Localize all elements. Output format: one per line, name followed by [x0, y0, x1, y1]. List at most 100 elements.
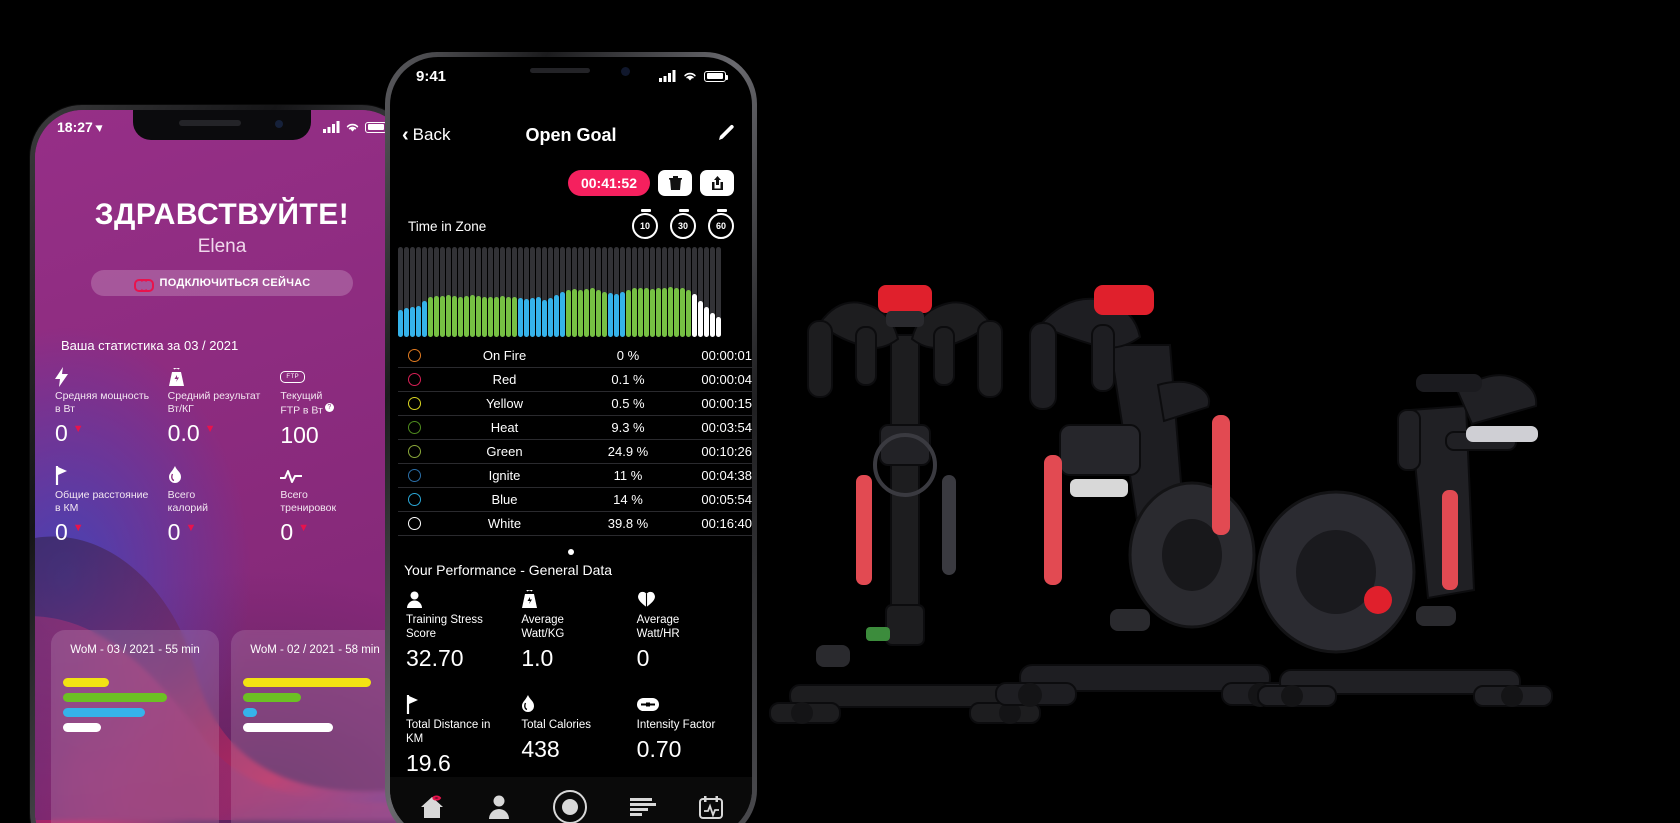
stat-label-line1: Средняя мощность — [55, 390, 150, 402]
zone-row[interactable]: Red 0.1 % 00:00:04 — [398, 368, 752, 392]
workout-card[interactable]: WoM - 02 / 2021 - 58 min Начали! — [231, 630, 399, 823]
share-button[interactable] — [700, 170, 734, 196]
time-in-zone-bar-chart[interactable] — [395, 247, 752, 337]
chart-bar — [668, 247, 673, 337]
zone-time: 00:10:26 — [701, 444, 752, 459]
trend-down-icon: ▼ — [185, 521, 197, 534]
metric-label-line1: Total Calories — [521, 719, 591, 731]
stat-value: 0 — [167, 518, 181, 545]
metric-label-line2: Watt/KG — [521, 628, 565, 640]
metric-intensity-factor[interactable]: Intensity Factor 0.70 — [636, 694, 752, 777]
workout-card[interactable]: WoM - 03 / 2021 - 55 min Начали! — [51, 630, 219, 823]
stat-label-line2: в КМ — [55, 501, 79, 514]
back-button[interactable]: ‹ Back — [402, 124, 450, 147]
spin-bike-side-view — [1256, 374, 1553, 707]
metric-label-line1: Average — [636, 614, 680, 626]
stopwatch-30-button[interactable]: 30 — [670, 209, 696, 239]
zone-row[interactable]: White 39.8 % 00:16:40 — [398, 512, 752, 536]
stat-label-line2: Вт/КГ — [167, 403, 194, 415]
tab-stats[interactable] — [629, 796, 656, 818]
navigation-bar: ‹ Back Open Goal — [390, 115, 752, 155]
stats-section-title: Ваша статистика за 03 / 2021 — [61, 338, 239, 353]
stat-label-line1: Всего — [280, 488, 308, 501]
metric-average-watt-hr[interactable]: Average Watt/HR 0 — [637, 589, 752, 672]
chart-bar — [404, 247, 409, 337]
chart-bar — [446, 247, 451, 337]
metric-label-line1: Training Stress — [406, 614, 483, 626]
stat-total-distance[interactable]: Общие расстояние в КМ 0 ▼ — [55, 465, 168, 546]
zone-name: Red — [492, 372, 517, 387]
trash-icon — [668, 175, 682, 190]
connect-now-button[interactable]: ПОДКЛЮЧИТЬСЯ СЕЙЧАС — [91, 270, 353, 296]
pulse-icon — [280, 465, 393, 487]
time-in-zone-label: Time in Zone — [408, 218, 487, 234]
zone-time: 00:00:01 — [701, 348, 752, 363]
zone-color-dot — [408, 445, 421, 458]
trend-down-icon: ▼ — [298, 521, 310, 534]
zone-row[interactable]: On Fire 0 % 00:00:01 — [398, 344, 752, 368]
chart-bar — [656, 247, 661, 337]
zone-name: Blue — [491, 492, 518, 507]
metric-training-stress-score[interactable]: Training Stress Score 32.70 — [406, 589, 521, 672]
zone-name: Yellow — [485, 396, 524, 411]
pagination-dot[interactable] — [390, 542, 752, 560]
zone-row[interactable]: Blue 14 % 00:05:54 — [398, 488, 752, 512]
metric-total-distance[interactable]: Total Distance in KM 19.6 — [406, 694, 521, 777]
stats-grid: Средняя мощность в Вт 0 ▼ Средний резуль… — [55, 366, 393, 546]
chevron-left-icon: ‹ — [402, 123, 409, 146]
tab-profile[interactable] — [488, 795, 510, 819]
zone-color-dot — [408, 373, 421, 386]
flame-icon — [521, 694, 636, 714]
chart-bar — [476, 247, 481, 337]
help-icon[interactable]: ? — [324, 403, 334, 412]
metric-label-line1: Intensity Factor — [636, 719, 716, 731]
zone-percent: 24.9 % — [607, 444, 649, 459]
link-icon — [133, 278, 154, 292]
chart-bar — [470, 247, 475, 337]
trend-down-icon: ▼ — [72, 521, 84, 534]
chart-bar — [500, 247, 505, 337]
time-in-zone-header: Time in Zone 10 30 60 — [390, 209, 752, 243]
pencil-icon[interactable] — [717, 123, 736, 147]
greeting-block: ЗДРАВСТВУЙТЕ! Elena ПОДКЛЮЧИТЬСЯ СЕЙЧАС — [35, 198, 409, 296]
workout-toolbar: 00:41:52 — [567, 170, 734, 196]
delete-button[interactable] — [658, 170, 692, 196]
zone-time: 00:00:04 — [701, 372, 752, 387]
zone-row[interactable]: Heat 9.3 % 00:03:54 — [398, 416, 752, 440]
zone-row[interactable]: Ignite 11 % 00:04:38 — [398, 464, 752, 488]
metric-value: 0 — [636, 645, 650, 671]
chart-bar — [494, 247, 499, 337]
stat-average-power[interactable]: Средняя мощность в Вт 0 ▼ — [55, 366, 168, 449]
person-icon — [406, 589, 521, 609]
metric-value: 32.70 — [406, 645, 464, 671]
chart-bar — [632, 247, 637, 337]
stat-current-ftp[interactable]: FTP Текущий FTP в Вт? 100 — [280, 366, 393, 449]
stat-average-watt-kg[interactable]: Средний результат Вт/КГ 0.0 ▼ — [168, 366, 281, 449]
metric-total-calories[interactable]: Total Calories 438 — [521, 694, 636, 777]
tab-home[interactable] — [419, 795, 445, 819]
stat-total-calories[interactable]: Всего калорий 0 ▼ — [168, 465, 281, 546]
zone-name: Heat — [490, 420, 519, 435]
stopwatch-10-button[interactable]: 10 — [632, 209, 658, 239]
bottom-tab-bar — [390, 777, 752, 823]
stopwatch-60-button[interactable]: 60 — [708, 209, 734, 239]
metric-average-watt-kg[interactable]: Average Watt/KG 1.0 — [521, 589, 636, 672]
zone-row[interactable]: Yellow 0.5 % 00:00:15 — [398, 392, 752, 416]
chart-bar — [614, 247, 619, 337]
home-icon — [421, 795, 444, 818]
chart-bar — [662, 247, 667, 337]
weight-icon — [521, 589, 636, 609]
tab-calendar[interactable] — [698, 795, 723, 819]
tab-record[interactable] — [552, 790, 587, 823]
stat-value: 0 — [55, 420, 68, 446]
connect-now-label: ПОДКЛЮЧИТЬСЯ СЕЙЧАС — [159, 277, 311, 289]
chart-bar — [416, 247, 421, 337]
chart-bar — [644, 247, 649, 337]
metric-label-line1: Average — [521, 614, 564, 626]
stat-total-workouts[interactable]: Всего тренировок 0 ▼ — [280, 465, 393, 546]
zone-time: 00:00:15 — [701, 396, 752, 411]
metric-value: 19.6 — [406, 750, 451, 776]
chart-bar — [566, 247, 571, 337]
zone-row[interactable]: Green 24.9 % 00:10:26 — [398, 440, 752, 464]
chart-bar — [650, 247, 655, 337]
